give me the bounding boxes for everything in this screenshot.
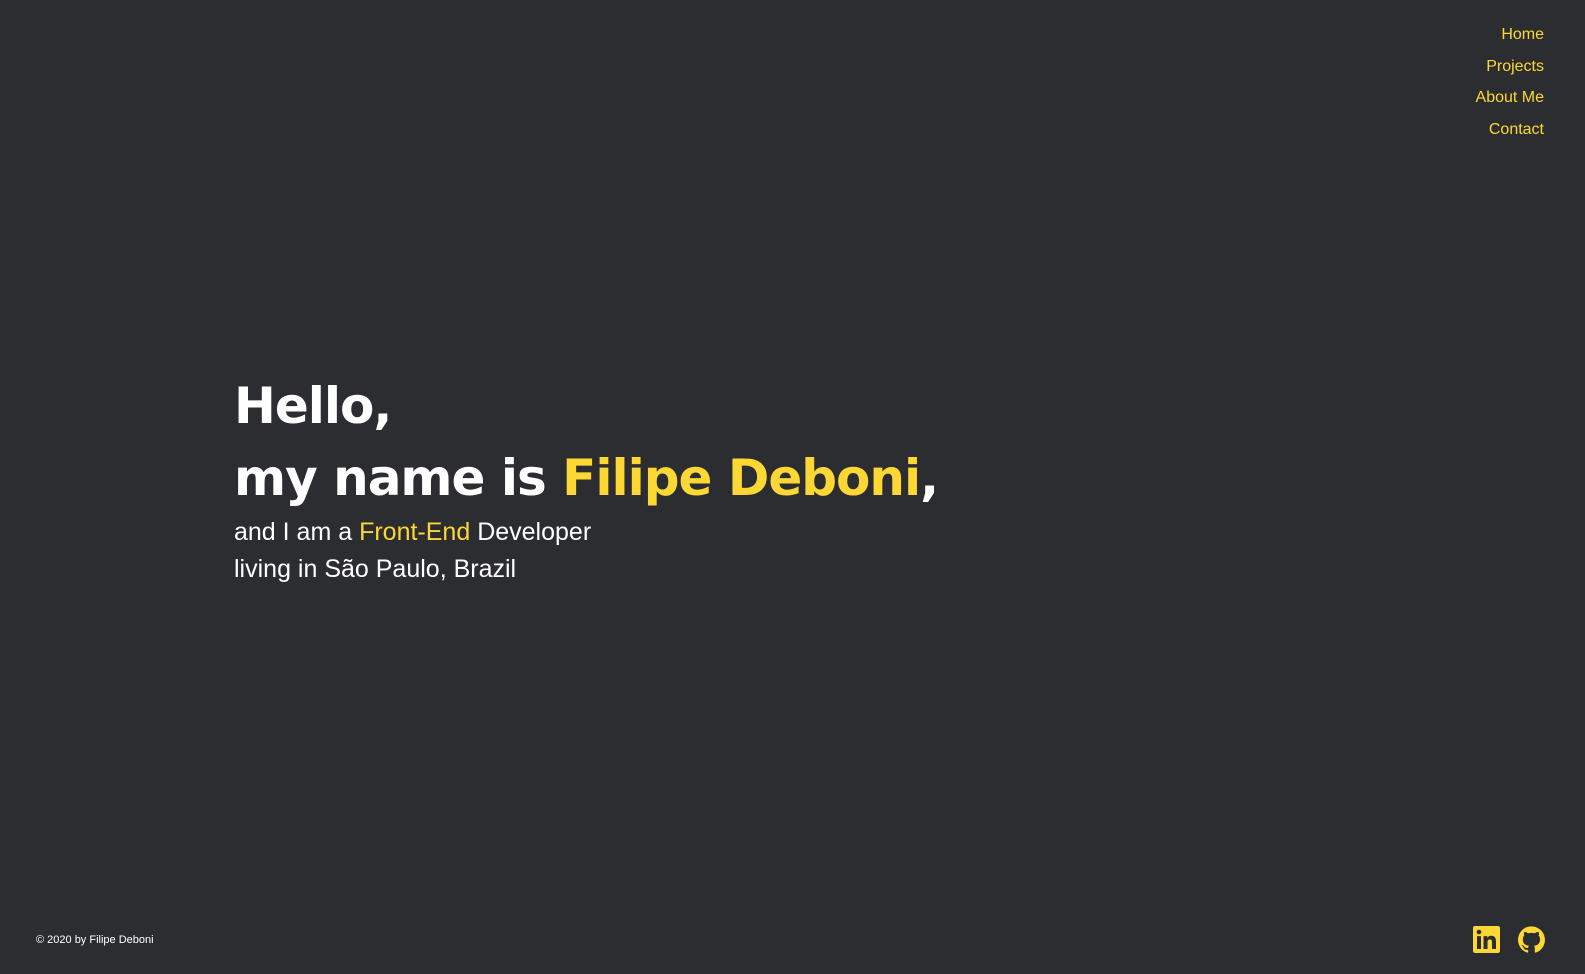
hero-intro-suffix: , <box>920 449 939 507</box>
hero-hello: Hello, <box>234 377 392 435</box>
hero-role-line: and I am a Front-End Developer <box>234 514 938 551</box>
footer-copyright: © 2020 by Filipe Deboni <box>36 934 154 946</box>
github-icon[interactable] <box>1518 926 1545 953</box>
hero-name: Filipe Deboni <box>562 449 921 507</box>
hero-greeting: Hello, <box>234 370 938 442</box>
hero-role-suffix: Developer <box>470 518 592 546</box>
nav-home-link[interactable]: Home <box>1501 19 1544 51</box>
nav-projects-link[interactable]: Projects <box>1486 51 1544 83</box>
linkedin-icon[interactable] <box>1473 926 1500 953</box>
hero-role-prefix: and I am a <box>234 518 360 546</box>
social-links <box>1473 926 1545 953</box>
hero-role: Front-End <box>359 518 471 546</box>
hero-location: living in São Paulo, Brazil <box>234 555 517 583</box>
main-nav: Home Projects About Me Contact <box>1476 19 1544 146</box>
hero-intro-prefix: my name is <box>234 449 563 507</box>
hero-intro: my name is Filipe Deboni, <box>234 442 939 514</box>
nav-contact-link[interactable]: Contact <box>1489 114 1544 146</box>
nav-about-me-link[interactable]: About Me <box>1476 82 1544 114</box>
hero-section: Hello, my name is Filipe Deboni, and I a… <box>234 370 939 588</box>
